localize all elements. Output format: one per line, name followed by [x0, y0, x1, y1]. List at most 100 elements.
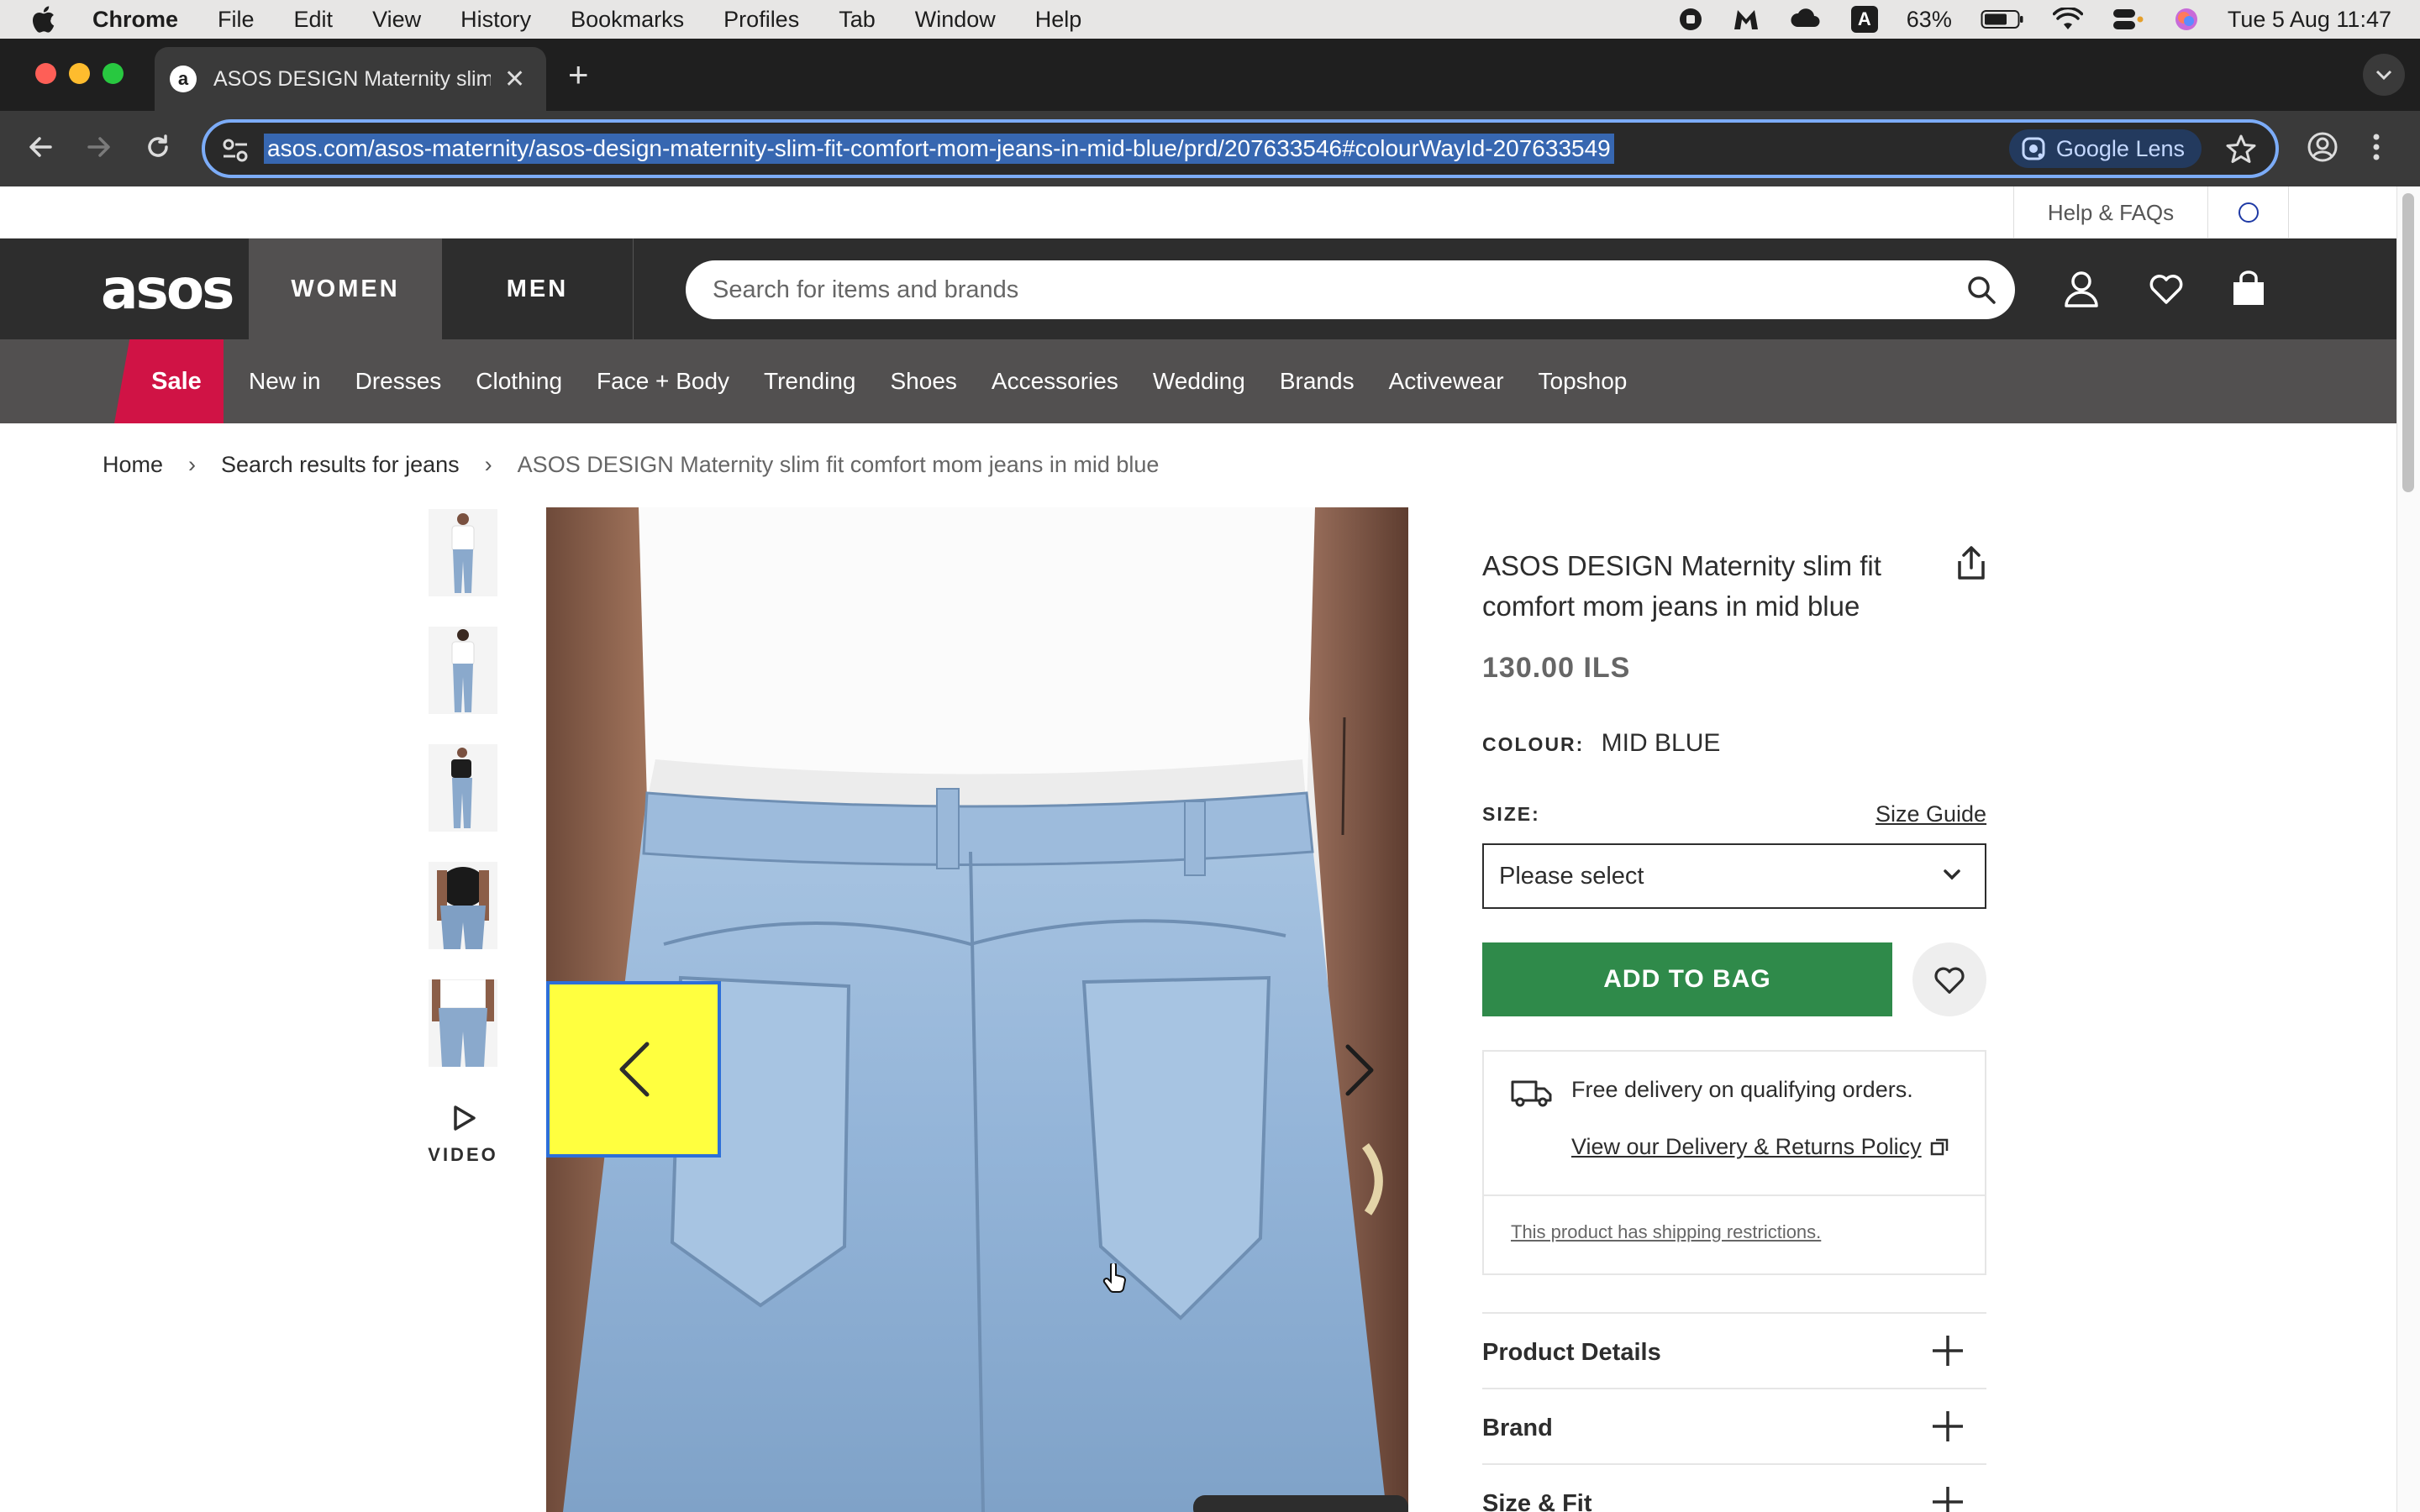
mouse-cursor-icon	[1102, 1263, 1128, 1294]
accordion-label: Brand	[1482, 1415, 1553, 1441]
reload-icon[interactable]	[141, 130, 175, 164]
breadcrumb-home[interactable]: Home	[103, 452, 163, 478]
men-tab[interactable]: MEN	[442, 239, 634, 339]
previous-image-button[interactable]	[546, 981, 721, 1158]
close-tab-icon[interactable]: ✕	[504, 65, 525, 94]
malwarebytes-icon[interactable]	[1732, 7, 1760, 32]
battery-icon[interactable]	[1981, 8, 2024, 30]
menu-edit[interactable]: Edit	[294, 7, 334, 33]
help-faqs-link[interactable]: Help & FAQs	[2013, 186, 2208, 239]
scrollbar-thumb[interactable]	[2402, 193, 2414, 492]
nav-shoes[interactable]: Shoes	[891, 368, 957, 395]
nav-new-in[interactable]: New in	[249, 368, 321, 395]
url-text[interactable]: asos.com/asos-maternity/asos-design-mate…	[264, 134, 1614, 164]
page-scrollbar[interactable]	[2396, 186, 2420, 1512]
address-bar[interactable]: asos.com/asos-maternity/asos-design-mate…	[202, 119, 2279, 178]
accordion-brand[interactable]: Brand	[1482, 1388, 1986, 1463]
siri-icon[interactable]	[2174, 7, 2199, 32]
nav-topshop[interactable]: Topshop	[1539, 368, 1628, 395]
save-for-later-button[interactable]	[1912, 942, 1986, 1016]
app-menu-chrome[interactable]: Chrome	[92, 7, 178, 33]
wifi-icon[interactable]	[2052, 8, 2083, 31]
menu-tab[interactable]: Tab	[839, 7, 876, 33]
menu-view[interactable]: View	[372, 7, 421, 33]
keyboard-input-icon[interactable]: A	[1850, 6, 1878, 33]
delivery-returns-policy-label: View our Delivery & Returns Policy	[1571, 1134, 1922, 1159]
accordion-product-details[interactable]: Product Details	[1482, 1312, 1986, 1388]
zoom-window-button[interactable]	[103, 63, 124, 84]
apple-menu-icon[interactable]	[30, 5, 64, 34]
record-icon[interactable]	[1678, 7, 1703, 32]
share-icon[interactable]	[1954, 544, 1988, 581]
breadcrumb: Home › Search results for jeans › ASOS D…	[103, 452, 1159, 478]
forward-icon[interactable]	[82, 130, 116, 164]
bag-icon[interactable]	[2230, 270, 2267, 307]
clock[interactable]: Tue 5 Aug 11:47	[2228, 7, 2391, 33]
nav-clothing[interactable]: Clothing	[476, 368, 562, 395]
search-input[interactable]: Search for items and brands	[686, 260, 2015, 319]
delivery-returns-policy-link[interactable]: View our Delivery & Returns Policy	[1571, 1134, 1949, 1160]
menu-help[interactable]: Help	[1035, 7, 1082, 33]
chevron-left-icon	[619, 1042, 650, 1097]
nav-trending[interactable]: Trending	[764, 368, 855, 395]
nav-activewear[interactable]: Activewear	[1389, 368, 1504, 395]
thumbnail-1[interactable]	[429, 509, 497, 596]
thumbnail-4[interactable]	[429, 862, 497, 949]
nav-wedding[interactable]: Wedding	[1153, 368, 1245, 395]
category-list: New in Dresses Clothing Face + Body Tren…	[249, 339, 1627, 423]
browser-toolbar: asos.com/asos-maternity/asos-design-mate…	[0, 111, 2420, 186]
cloud-icon[interactable]	[1789, 7, 1823, 32]
chrome-menu-icon[interactable]	[2370, 130, 2383, 164]
video-label: VIDEO	[428, 1144, 498, 1165]
minimize-window-button[interactable]	[69, 63, 90, 84]
plus-icon	[1931, 1334, 1965, 1368]
nav-dresses[interactable]: Dresses	[355, 368, 442, 395]
thumbnail-3[interactable]	[429, 744, 497, 832]
new-tab-icon[interactable]: +	[568, 54, 589, 96]
close-window-button[interactable]	[35, 63, 56, 84]
plus-icon	[1931, 1410, 1965, 1443]
add-to-bag-button[interactable]: ADD TO BAG	[1482, 942, 1892, 1016]
bookmark-star-icon[interactable]	[2225, 134, 2257, 165]
accordion-size-fit[interactable]: Size & Fit	[1482, 1463, 1986, 1512]
google-lens-button[interactable]: Google Lens	[2008, 129, 2202, 168]
external-link-icon	[1930, 1138, 1948, 1155]
breadcrumb-current: ASOS DESIGN Maternity slim fit comfort m…	[517, 452, 1160, 477]
country-selector[interactable]	[2208, 186, 2289, 239]
active-tab[interactable]: a ASOS DESIGN Maternity slim fit comfort…	[155, 47, 546, 111]
nav-accessories[interactable]: Accessories	[992, 368, 1118, 395]
status-area: A 63% Tue 5 Aug 11:47	[1678, 0, 2391, 39]
next-image-button[interactable]	[1343, 1042, 1376, 1099]
shipping-restrictions-link[interactable]: This product has shipping restrictions.	[1511, 1221, 1821, 1243]
delivery-truck-icon	[1511, 1079, 1553, 1107]
tab-search-button[interactable]	[2363, 54, 2405, 96]
control-center-icon[interactable]	[2112, 7, 2145, 32]
nav-brands[interactable]: Brands	[1280, 368, 1355, 395]
breadcrumb-search[interactable]: Search results for jeans	[221, 452, 460, 478]
menu-profiles[interactable]: Profiles	[723, 7, 799, 33]
menu-window[interactable]: Window	[915, 7, 996, 33]
nav-sale[interactable]: Sale	[114, 339, 224, 423]
video-button[interactable]: VIDEO	[425, 1104, 501, 1166]
back-icon[interactable]	[24, 130, 57, 164]
menu-bookmarks[interactable]: Bookmarks	[571, 7, 684, 33]
colour-info: COLOUR: MID BLUE	[1482, 729, 1720, 758]
size-select[interactable]: Please select	[1482, 843, 1986, 909]
account-icon[interactable]	[2064, 270, 2099, 307]
size-guide-link[interactable]: Size Guide	[1876, 801, 1986, 827]
chevron-right-icon	[1345, 1044, 1374, 1096]
site-info-icon[interactable]	[222, 138, 249, 163]
utility-bar: Help & FAQs	[0, 186, 2396, 239]
asos-logo[interactable]: asos	[101, 257, 234, 322]
menu-file[interactable]: File	[218, 7, 255, 33]
women-tab[interactable]: WOMEN	[249, 239, 442, 339]
thumbnail-2[interactable]	[429, 627, 497, 714]
thumbnail-5[interactable]	[429, 979, 497, 1067]
saved-items-heart-icon[interactable]	[2148, 270, 2185, 306]
menu-history[interactable]: History	[460, 7, 531, 33]
browser-tab-strip: a ASOS DESIGN Maternity slim fit comfort…	[0, 39, 2420, 111]
asos-favicon-icon: a	[170, 66, 197, 92]
search-icon[interactable]	[1966, 275, 1996, 305]
nav-face-body[interactable]: Face + Body	[597, 368, 729, 395]
profile-icon[interactable]	[2306, 130, 2339, 164]
